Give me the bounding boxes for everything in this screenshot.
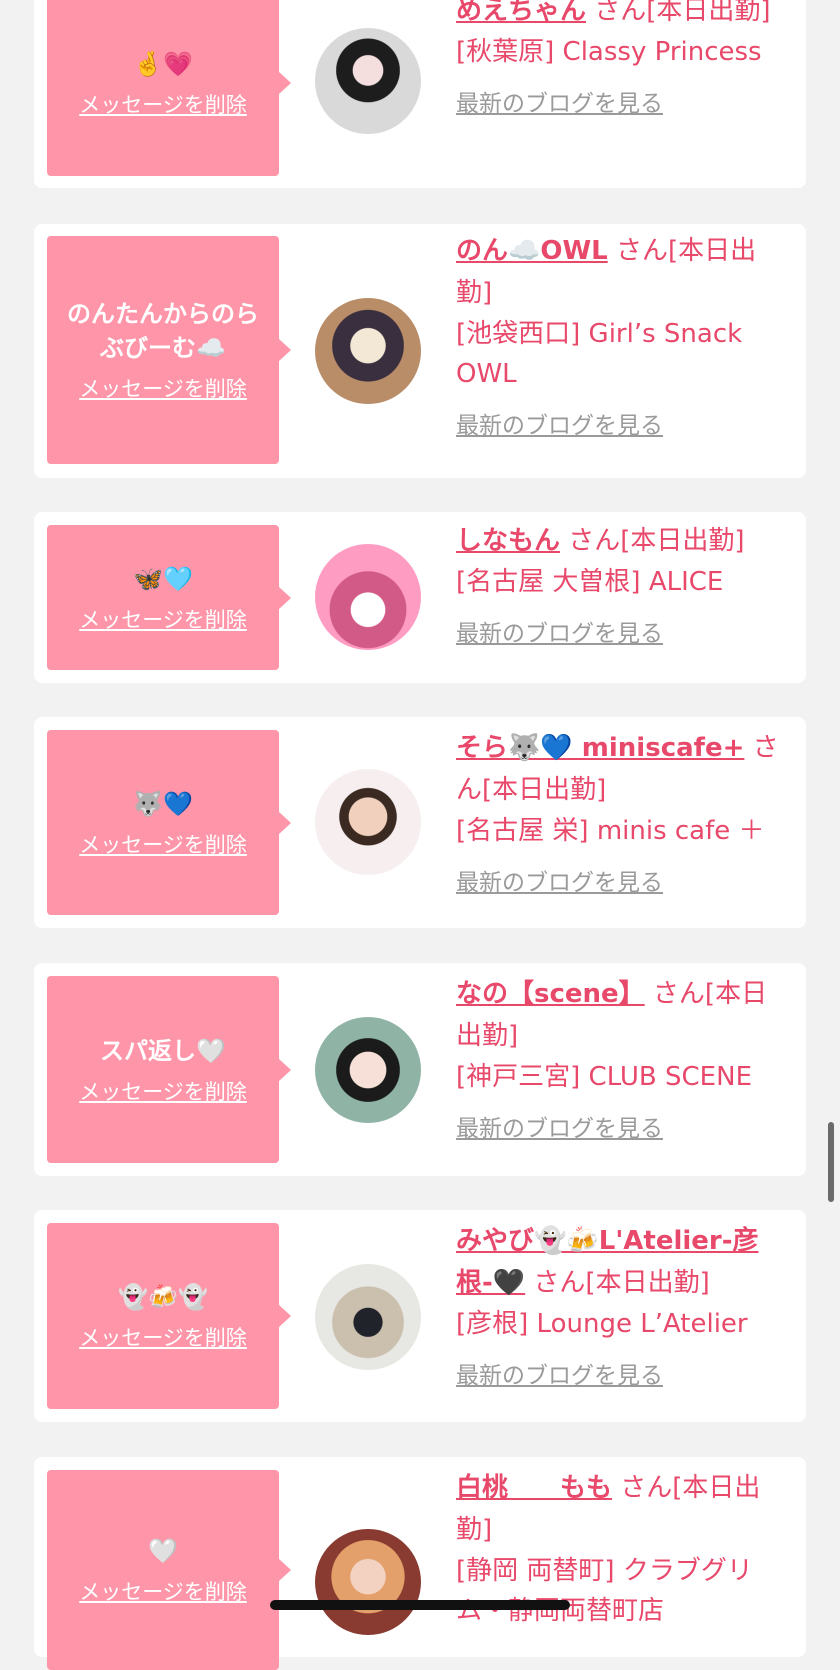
message-bubble: スパ返し🤍 メッセージを削除 xyxy=(47,976,291,1163)
message-bubble: のんたんからのらぶびーむ☁️ メッセージを削除 xyxy=(47,236,291,464)
message-text: スパ返し🤍 xyxy=(100,1036,226,1065)
list-item: 👻🍻👻 メッセージを削除 みやび👻🍻L'Atelier-彦根-🖤 さん[本日出勤… xyxy=(34,1210,806,1422)
entry-info: しなもん さん[本日出勤] [名古屋 大曽根] ALICE 最新のブログを見る xyxy=(456,520,791,648)
message-bubble: 👻🍻👻 メッセージを削除 xyxy=(47,1223,291,1409)
cast-name-link[interactable]: めえちゃん xyxy=(456,0,586,26)
name-line: そら🐺💙 miniscafe+ さん[本日出勤] xyxy=(456,727,791,811)
shop-name: [名古屋 栄] minis cafe ＋ xyxy=(456,816,765,846)
list-item: スパ返し🤍 メッセージを削除 なの【scene】 さん[本日出勤] [神戸三宮]… xyxy=(34,963,806,1176)
blog-link[interactable]: 最新のブログを見る xyxy=(456,1109,663,1143)
entry-info: なの【scene】 さん[本日出勤] [神戸三宮] CLUB SCENE 最新の… xyxy=(456,973,791,1143)
avatar[interactable] xyxy=(315,28,421,134)
message-text: 👻🍻👻 xyxy=(118,1283,208,1311)
message-bubble: 🤞💗 メッセージを削除 xyxy=(47,0,291,176)
message-bubble: 🦋🩵 メッセージを削除 xyxy=(47,525,291,670)
cast-name-link[interactable]: 白桃 もも xyxy=(456,1473,612,1503)
name-line: しなもん さん[本日出勤] xyxy=(456,520,791,562)
shop-name: [神戸三宮] CLUB SCENE xyxy=(456,1062,752,1092)
name-line: なの【scene】 さん[本日出勤] xyxy=(456,973,791,1057)
avatar[interactable] xyxy=(315,769,421,875)
name-suffix: さん[本日出勤] xyxy=(586,0,771,26)
cast-name-link[interactable]: しなもん xyxy=(456,526,560,556)
delete-message-link[interactable]: メッセージを削除 xyxy=(79,604,247,634)
message-bubble: 🤍 メッセージを削除 xyxy=(47,1470,291,1670)
name-line: みやび👻🍻L'Atelier-彦根-🖤 さん[本日出勤] xyxy=(456,1220,791,1304)
message-text: 🐺💙 xyxy=(133,789,193,818)
name-suffix: さん[本日出勤] xyxy=(525,1268,710,1298)
delete-message-link[interactable]: メッセージを削除 xyxy=(79,1576,247,1606)
message-bubble: 🐺💙 メッセージを削除 xyxy=(47,730,291,915)
shop-name: [彦根] Lounge L’Atelier xyxy=(456,1309,748,1339)
shop-name: [名古屋 大曽根] ALICE xyxy=(456,567,724,597)
entry-info: みやび👻🍻L'Atelier-彦根-🖤 さん[本日出勤] [彦根] Lounge… xyxy=(456,1220,791,1390)
cast-name-link[interactable]: なの【scene】 xyxy=(456,979,645,1009)
name-suffix: さん[本日出勤] xyxy=(560,526,745,556)
blog-link[interactable]: 最新のブログを見る xyxy=(456,406,663,440)
blog-link[interactable]: 最新のブログを見る xyxy=(456,614,663,648)
blog-link[interactable]: 最新のブログを見る xyxy=(456,863,663,897)
avatar[interactable] xyxy=(315,1017,421,1123)
entry-info: めえちゃん さん[本日出勤] [秋葉原] Classy Princess 最新の… xyxy=(456,0,791,118)
delete-message-link[interactable]: メッセージを削除 xyxy=(79,829,247,859)
avatar[interactable] xyxy=(315,1529,421,1635)
shop-name: [秋葉原] Classy Princess xyxy=(456,37,762,67)
message-text: のんたんからのらぶびーむ☁️ xyxy=(67,300,259,362)
avatar[interactable] xyxy=(315,1264,421,1370)
blog-link[interactable]: 最新のブログを見る xyxy=(456,1356,663,1390)
name-line: 白桃 もも さん[本日出勤] xyxy=(456,1467,791,1551)
avatar[interactable] xyxy=(315,544,421,650)
avatar[interactable] xyxy=(315,298,421,404)
delete-message-link[interactable]: メッセージを削除 xyxy=(79,1322,247,1352)
shop-name: [静岡 両替町] クラブグリム・静岡両替町店 xyxy=(456,1556,753,1626)
name-line: めえちゃん さん[本日出勤] xyxy=(456,0,791,32)
scrollbar[interactable] xyxy=(828,1122,834,1202)
delete-message-link[interactable]: メッセージを削除 xyxy=(79,89,247,119)
cast-name-link[interactable]: のん☁️OWL xyxy=(456,236,608,266)
delete-message-link[interactable]: メッセージを削除 xyxy=(79,373,247,403)
list-item: 🐺💙 メッセージを削除 そら🐺💙 miniscafe+ さん[本日出勤] [名古… xyxy=(34,717,806,928)
list-item: のんたんからのらぶびーむ☁️ メッセージを削除 のん☁️OWL さん[本日出勤]… xyxy=(34,224,806,478)
entry-info: そら🐺💙 miniscafe+ さん[本日出勤] [名古屋 栄] minis c… xyxy=(456,727,791,897)
cast-name-link[interactable]: そら🐺💙 miniscafe+ xyxy=(456,733,744,763)
message-text: 🦋🩵 xyxy=(133,564,193,593)
blog-link[interactable]: 最新のブログを見る xyxy=(456,84,663,118)
message-text: 🤞💗 xyxy=(133,50,193,78)
list-item: 🤍 メッセージを削除 白桃 もも さん[本日出勤] [静岡 両替町] クラブグリ… xyxy=(34,1457,806,1670)
list-item: 🤞💗 メッセージを削除 めえちゃん さん[本日出勤] [秋葉原] Classy … xyxy=(34,0,806,188)
entry-info: のん☁️OWL さん[本日出勤] [池袋西口] Girl’s Snack OWL… xyxy=(456,230,791,440)
shop-name: [池袋西口] Girl’s Snack OWL xyxy=(456,319,743,389)
home-indicator[interactable] xyxy=(270,1600,570,1610)
name-line: のん☁️OWL さん[本日出勤] xyxy=(456,230,791,314)
list-item: 🦋🩵 メッセージを削除 しなもん さん[本日出勤] [名古屋 大曽根] ALIC… xyxy=(34,512,806,683)
delete-message-link[interactable]: メッセージを削除 xyxy=(79,1076,247,1106)
message-text: 🤍 xyxy=(148,1537,178,1565)
